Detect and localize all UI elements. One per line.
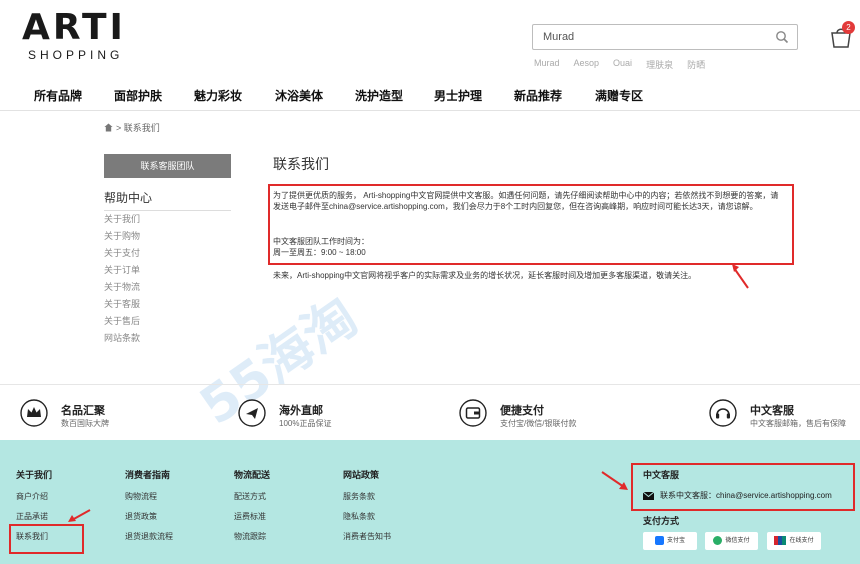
- site-logo[interactable]: ARTI SHOPPING: [22, 7, 126, 63]
- page-title: 联系我们: [273, 156, 329, 172]
- alipay-label: 支付宝: [666, 538, 685, 544]
- annotation-arrow: [732, 264, 749, 289]
- service-hours-value: 周一至周五：9:00 ~ 18:00: [273, 248, 366, 257]
- main-nav: 所有品牌 面部护肤 魅力彩妆 沐浴美体 洗护造型 男士护理 新品推荐 满赠专区: [0, 83, 860, 111]
- nav-item-all-brands[interactable]: 所有品牌: [34, 87, 82, 104]
- headset-icon: [709, 399, 737, 427]
- crown-icon: [20, 399, 48, 427]
- help-link-shipping[interactable]: 关于物流: [104, 280, 140, 297]
- nav-item-hair[interactable]: 洗护造型: [355, 87, 403, 104]
- contact-team-button[interactable]: 联系客服团队: [104, 154, 231, 178]
- footer-link-return-policy[interactable]: 退货政策: [125, 511, 157, 522]
- footer-link-delivery[interactable]: 配送方式: [234, 491, 266, 502]
- wechat-pay-label: 微信支付: [725, 538, 750, 544]
- feature-title: 便捷支付: [500, 405, 544, 417]
- footer-link-shipping-fee[interactable]: 运费标准: [234, 511, 266, 522]
- help-link-terms[interactable]: 网站条款: [104, 331, 140, 348]
- search-icon[interactable]: [775, 30, 789, 44]
- footer-col-title: 消费者指南: [125, 470, 171, 480]
- cart-count-badge: 2: [842, 21, 855, 34]
- wechat-pay-logo: 微信支付: [705, 532, 758, 550]
- footer-col-title: 网站政策: [343, 470, 380, 480]
- footer-link-terms[interactable]: 服务条款: [343, 491, 375, 502]
- logo-sub-text: SHOPPING: [28, 48, 124, 62]
- footer-link-privacy[interactable]: 隐私条款: [343, 511, 375, 522]
- nav-item-makeup[interactable]: 魅力彩妆: [194, 87, 242, 104]
- footer-col-title: 关于我们: [16, 470, 53, 480]
- wallet-icon: [459, 399, 487, 427]
- nav-item-skincare[interactable]: 面部护肤: [114, 87, 162, 104]
- help-link-aftersale[interactable]: 关于售后: [104, 314, 140, 331]
- footer-payment-title: 支付方式: [643, 516, 680, 526]
- highlight-box: [631, 463, 855, 511]
- footer-link-process[interactable]: 购物流程: [125, 491, 157, 502]
- nav-item-gifts[interactable]: 满赠专区: [595, 87, 643, 104]
- help-link-about[interactable]: 关于我们: [104, 212, 140, 229]
- help-link-orders[interactable]: 关于订单: [104, 263, 140, 280]
- nav-item-men[interactable]: 男士护理: [434, 87, 482, 104]
- breadcrumb: > 联系我们: [104, 121, 160, 134]
- help-links: 关于我们 关于购物 关于支付 关于订单 关于物流 关于客服 关于售后 网站条款: [104, 212, 140, 348]
- help-link-payment[interactable]: 关于支付: [104, 246, 140, 263]
- unionpay-logo: 在线支付: [767, 532, 821, 550]
- search-input[interactable]: [533, 25, 763, 49]
- annotation-arrow: [601, 471, 628, 490]
- hot-word[interactable]: Aesop: [574, 58, 600, 71]
- hot-word[interactable]: Murad: [534, 58, 560, 71]
- feature-title: 名品汇聚: [61, 405, 105, 417]
- feature-subtitle: 中文客服邮箱，售后有保障: [750, 419, 846, 428]
- hot-word[interactable]: 防晒: [687, 58, 705, 71]
- alipay-logo: 支付宝: [643, 532, 697, 550]
- feature-subtitle: 支付宝/微信/银联付款: [500, 419, 577, 428]
- footer-link-authentic[interactable]: 正品承诺: [16, 511, 48, 522]
- feature-strip: 名品汇聚 数百国际大牌 海外直邮 100%正品保证 便捷支付 支付宝/微信/银联…: [0, 384, 860, 440]
- hot-search-words: Murad Aesop Ouai 理肤泉 防晒: [534, 58, 705, 71]
- help-link-service[interactable]: 关于客服: [104, 297, 140, 314]
- home-icon[interactable]: [104, 123, 113, 132]
- nav-item-bath-body[interactable]: 沐浴美体: [275, 87, 323, 104]
- search-box: [532, 24, 798, 50]
- hot-word[interactable]: 理肤泉: [646, 58, 673, 71]
- logo-main-text: ARTI: [22, 7, 126, 48]
- service-hours-title: 中文客服团队工作时间为：: [273, 237, 369, 246]
- footer-link-refund-process[interactable]: 退货退款流程: [125, 531, 173, 542]
- nav-item-new[interactable]: 新品推荐: [514, 87, 562, 104]
- service-hours: 中文客服团队工作时间为： 周一至周五：9:00 ~ 18:00: [273, 236, 369, 258]
- breadcrumb-current: > 联系我们: [116, 123, 160, 133]
- footer-link-tracking[interactable]: 物流跟踪: [234, 531, 266, 542]
- plane-icon: [238, 399, 266, 427]
- footer-link-consumer-notice[interactable]: 消费者告知书: [343, 531, 391, 542]
- unionpay-label: 在线支付: [789, 538, 814, 544]
- feature-title: 中文客服: [750, 405, 794, 417]
- help-center-title: 帮助中心: [104, 189, 231, 211]
- footer-link-merchant[interactable]: 商户介绍: [16, 491, 48, 502]
- feature-title: 海外直邮: [279, 405, 323, 417]
- future-note: 未来，Arti-shopping中文官网将视乎客户的实际需求及业务的增长状况，延…: [273, 271, 697, 280]
- footer-col-title: 物流配送: [234, 470, 271, 480]
- highlight-box: [9, 524, 84, 554]
- annotation-arrow: [68, 509, 91, 522]
- help-link-shopping[interactable]: 关于购物: [104, 229, 140, 246]
- contact-intro-text: 为了提供更优质的服务， Arti-shopping中文官网提供中文客服。如遇任何…: [273, 191, 779, 211]
- feature-subtitle: 100%正品保证: [279, 419, 332, 428]
- hot-word[interactable]: Ouai: [613, 58, 632, 71]
- feature-subtitle: 数百国际大牌: [61, 419, 109, 428]
